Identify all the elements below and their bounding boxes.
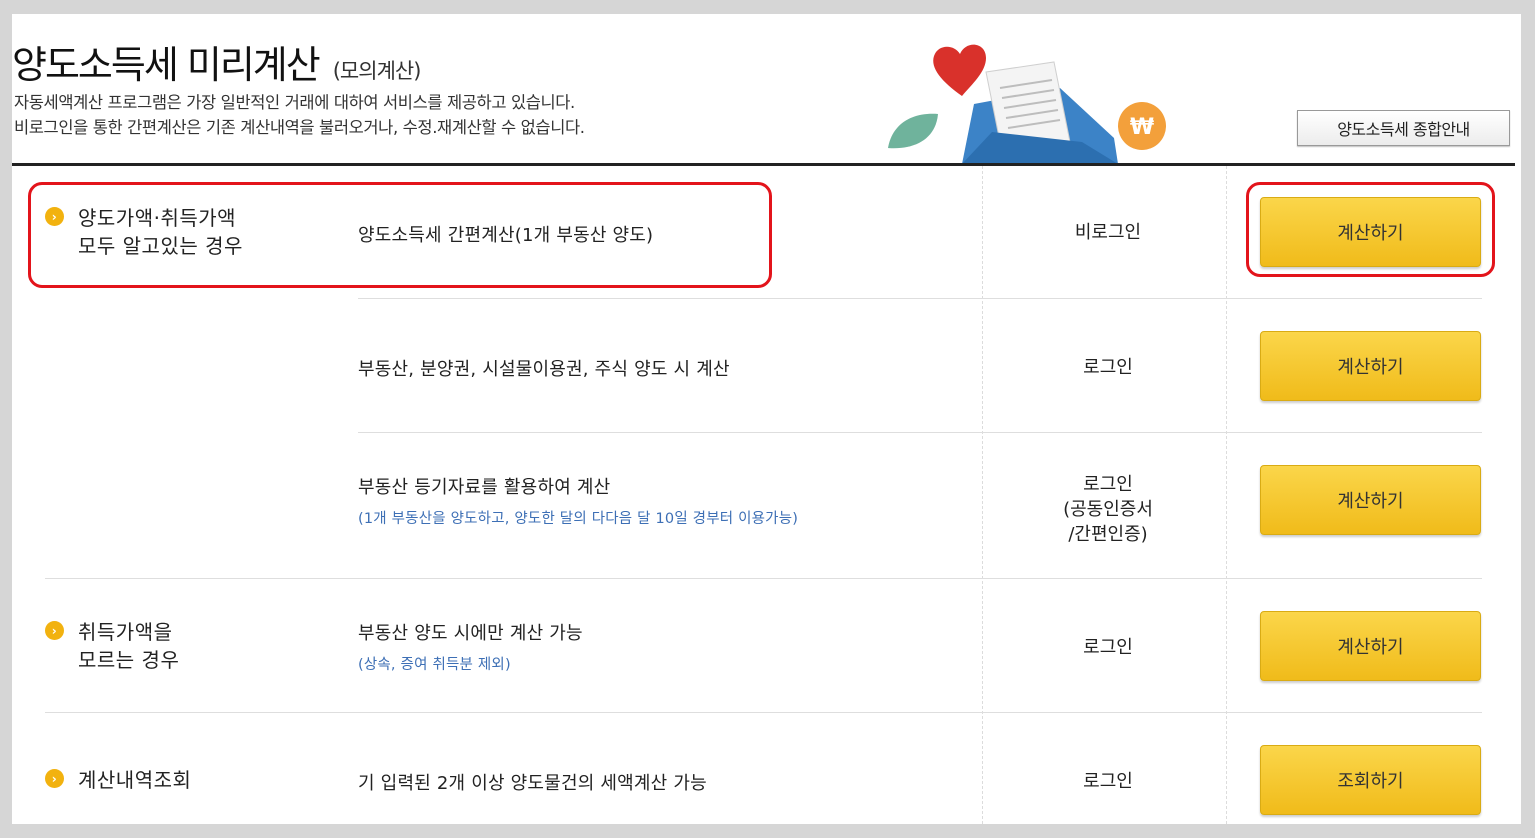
column-divider [982, 166, 983, 824]
category-label: 모르는 경우 [78, 648, 180, 672]
header-divider [12, 163, 1515, 166]
calculate-button[interactable]: 계산하기 [1260, 331, 1481, 401]
intro-line-1: 자동세액계산 프로그램은 가장 일반적인 거래에 대하여 서비스를 제공하고 있… [14, 93, 575, 112]
category-history: › 계산내역조회 [45, 766, 191, 794]
row-divider [358, 432, 1482, 433]
leaf-icon [888, 113, 938, 149]
envelope-heart-won-illustration: ₩ [888, 44, 1166, 164]
category-label: 취득가액을 [78, 620, 173, 644]
row-divider [358, 298, 1482, 299]
calc-description: 부동산 등기자료를 활용하여 계산 [358, 477, 611, 498]
highlight-box [28, 182, 772, 288]
chevron-right-icon: › [45, 621, 64, 640]
calc-note: (1개 부동산을 양도하고, 양도한 달의 다다음 달 10일 경부터 이용가능… [358, 511, 799, 527]
intro-line-2: 비로그인을 통한 간편계산은 기존 계산내역을 불러오거나, 수정.재계산할 수… [14, 118, 585, 137]
calc-description-block: 부동산 양도 시에만 계산 가능 (상속, 증여 취득분 제외) [358, 619, 583, 674]
column-divider [1226, 166, 1227, 824]
chevron-right-icon: › [45, 769, 64, 788]
calculate-button[interactable]: 계산하기 [1260, 611, 1481, 681]
calculate-button[interactable]: 계산하기 [1260, 465, 1481, 535]
login-requirement: 로그인 (공동인증서 /간편인증) [1012, 472, 1204, 547]
category-label: 계산내역조회 [78, 768, 192, 792]
envelope-icon [962, 61, 1118, 164]
history-button[interactable]: 조회하기 [1260, 745, 1481, 815]
tax-guide-button[interactable]: 양도소득세 종합안내 [1297, 110, 1510, 146]
login-requirement: 로그인 [1083, 637, 1133, 658]
svg-text:₩: ₩ [1130, 115, 1154, 140]
login-requirement: 로그인 [1083, 771, 1133, 792]
page-subtitle: (모의계산) [332, 59, 422, 84]
heart-icon [933, 44, 986, 96]
calc-description: 부동산, 분양권, 시설물이용권, 주식 양도 시 계산 [358, 359, 730, 380]
login-requirement: 비로그인 [1074, 222, 1142, 243]
page-title: 양도소득세 미리계산 (모의계산) [12, 43, 422, 88]
won-coin-icon: ₩ [1118, 102, 1166, 150]
intro-text: 자동세액계산 프로그램은 가장 일반적인 거래에 대하여 서비스를 제공하고 있… [14, 90, 585, 140]
calc-description: 부동산 양도 시에만 계산 가능 [358, 623, 583, 644]
login-label: 로그인 [1083, 474, 1133, 495]
row-divider [45, 712, 1482, 713]
login-label: /간편인증) [1068, 524, 1148, 545]
calc-description: 기 입력된 2개 이상 양도물건의 세액계산 가능 [358, 773, 707, 794]
page: 양도소득세 미리계산 (모의계산) 자동세액계산 프로그램은 가장 일반적인 거래… [12, 14, 1521, 824]
calc-description-block: 부동산 등기자료를 활용하여 계산 (1개 부동산을 양도하고, 양도한 달의 … [358, 473, 798, 528]
calc-note: (상속, 증여 취득분 제외) [358, 657, 511, 673]
login-requirement: 로그인 [1083, 357, 1133, 378]
highlight-box [1246, 182, 1495, 277]
row-divider [45, 578, 1482, 579]
category-unknown-price: › 취득가액을 모르는 경우 [45, 618, 179, 674]
login-label: (공동인증서 [1063, 499, 1153, 520]
